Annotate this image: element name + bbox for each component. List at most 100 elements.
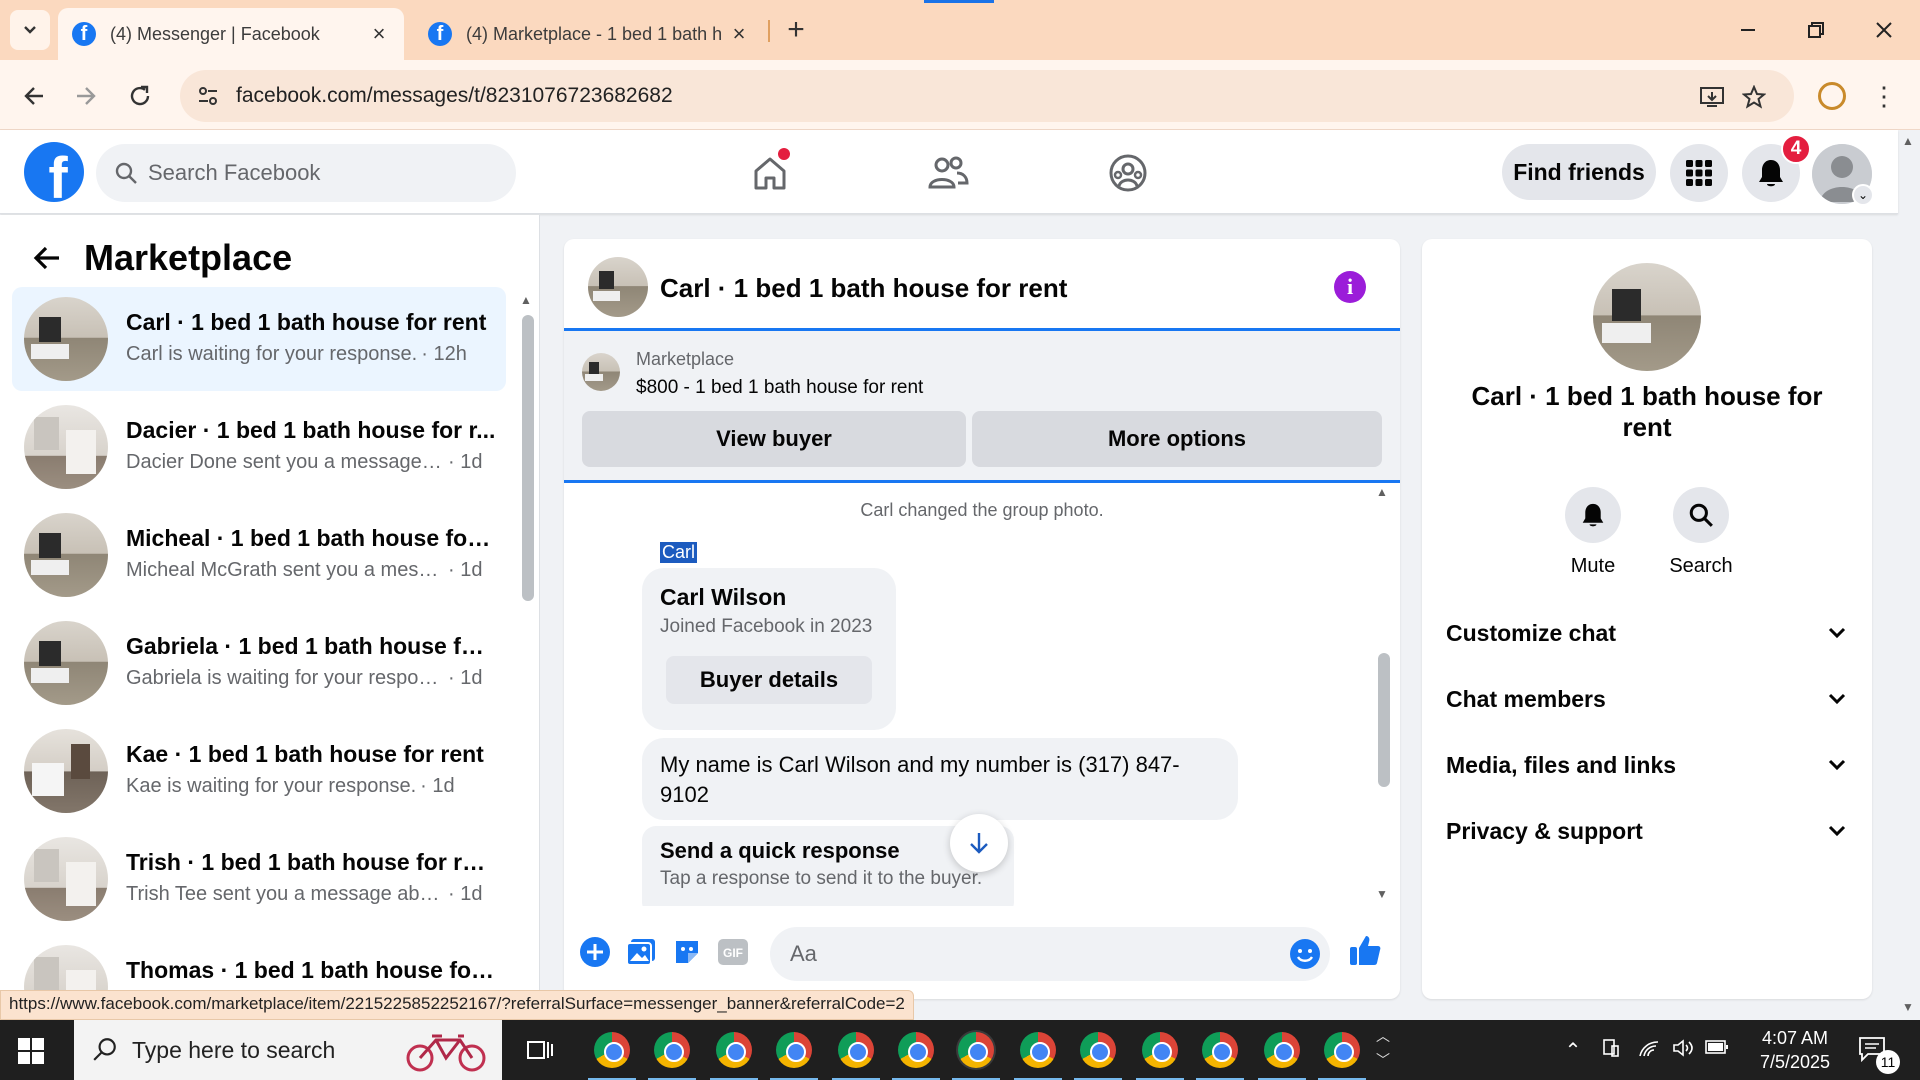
close-icon[interactable]: ×	[728, 21, 750, 46]
search-conversation-button[interactable]: Search	[1658, 487, 1744, 578]
conversation-item[interactable]: Kae · 1 bed 1 bath house for rent Kae is…	[12, 719, 506, 823]
chevron-up-icon[interactable]: ⌃	[1560, 1038, 1586, 1063]
close-icon	[1876, 22, 1892, 38]
chrome-taskbar-icon-active[interactable]	[952, 1030, 1000, 1080]
tab-search-dropdown[interactable]	[10, 10, 50, 50]
chrome-taskbar-icon[interactable]	[892, 1030, 940, 1080]
minimize-icon	[1741, 29, 1755, 31]
info-icon[interactable]: i	[1334, 271, 1366, 303]
sender-name: Carl	[660, 542, 698, 563]
page-scroll-up-arrow[interactable]: ▲	[1902, 134, 1914, 148]
chevron-down-icon	[1828, 627, 1846, 639]
taskbar-search-input[interactable]: Type here to search	[74, 1020, 502, 1080]
view-buyer-button[interactable]: View buyer	[582, 411, 966, 467]
tab-messenger[interactable]: f (4) Messenger | Facebook ×	[58, 8, 404, 60]
groups-icon	[1109, 154, 1147, 192]
new-tab-button[interactable]: +	[780, 13, 812, 46]
chrome-taskbar-icon[interactable]	[832, 1030, 880, 1080]
conversation-avatar[interactable]	[1593, 263, 1701, 371]
close-icon[interactable]: ×	[368, 21, 390, 46]
media-files-links-section[interactable]: Media, files and links	[1446, 745, 1846, 785]
conversation-preview: Kae is waiting for your response. · 1d	[126, 775, 455, 797]
conversation-item[interactable]: Carl · 1 bed 1 bath house for rent Carl …	[12, 287, 506, 391]
nav-groups[interactable]	[1098, 146, 1158, 200]
windows-start-icon[interactable]	[18, 1038, 44, 1064]
chrome-taskbar-icon[interactable]	[770, 1030, 818, 1080]
device-icon[interactable]	[1598, 1038, 1624, 1064]
chrome-taskbar-icon[interactable]	[1196, 1030, 1244, 1080]
buyer-details-button[interactable]: Buyer details	[666, 656, 872, 704]
privacy-support-section[interactable]: Privacy & support	[1446, 811, 1846, 851]
more-options-button[interactable]: More options	[972, 411, 1382, 467]
taskbar-clock[interactable]: 4:07 AM 7/5/2025	[1740, 1026, 1850, 1074]
gif-icon[interactable]: GIF	[716, 935, 750, 969]
scroll-up-arrow[interactable]: ▲	[520, 293, 532, 307]
install-app-icon[interactable]	[1698, 83, 1726, 111]
chrome-menu-icon[interactable]: ⋮	[1871, 80, 1897, 112]
sidebar-scrollbar[interactable]	[522, 315, 534, 601]
chrome-taskbar-icon[interactable]	[1136, 1030, 1184, 1080]
chat-scrollbar[interactable]	[1378, 653, 1390, 787]
chrome-taskbar-icon[interactable]	[710, 1030, 758, 1080]
chrome-profile-icon[interactable]	[1818, 82, 1846, 110]
mute-button[interactable]: Mute	[1550, 487, 1636, 578]
chevron-down-icon	[1828, 693, 1846, 705]
customize-chat-section[interactable]: Customize chat	[1446, 613, 1846, 653]
sticker-icon[interactable]	[670, 935, 704, 969]
nav-friends[interactable]	[918, 146, 978, 200]
chrome-taskbar-icon[interactable]	[1318, 1030, 1366, 1080]
chrome-taskbar-icon[interactable]	[1074, 1030, 1122, 1080]
chat-title[interactable]: Carl · 1 bed 1 bath house for rent	[660, 273, 1067, 304]
facebook-favicon-icon: f	[72, 22, 96, 46]
minimize-button[interactable]	[1726, 12, 1770, 48]
chat-avatar[interactable]	[588, 257, 648, 317]
taskbar-scroll-arrows[interactable]: ︿ ﹀	[1376, 1024, 1390, 1072]
chat-members-section[interactable]: Chat members	[1446, 679, 1846, 719]
volume-icon[interactable]	[1670, 1038, 1696, 1064]
conversation-preview: Carl is waiting for your response. · 12h	[126, 343, 467, 365]
thumbs-up-icon[interactable]	[1348, 933, 1382, 967]
nav-home[interactable]	[740, 146, 800, 200]
message-input[interactable]: Aa	[770, 927, 1330, 981]
chrome-taskbar-icon[interactable]	[588, 1030, 636, 1080]
scroll-to-bottom-button[interactable]	[950, 814, 1008, 872]
action-center-badge: 11	[1876, 1050, 1900, 1074]
bookmark-star-icon[interactable]	[1740, 83, 1768, 111]
wifi-icon[interactable]	[1636, 1038, 1662, 1064]
window-close-button[interactable]	[1862, 12, 1906, 48]
tab-marketplace[interactable]: f (4) Marketplace - 1 bed 1 bath h ×	[414, 8, 764, 60]
chrome-taskbar-icon[interactable]	[648, 1030, 696, 1080]
conversation-item[interactable]: Dacier · 1 bed 1 bath house for r... Dac…	[12, 395, 506, 499]
emoji-icon[interactable]	[1288, 937, 1322, 971]
scroll-down-arrow[interactable]: ▼	[1376, 887, 1388, 901]
buyer-joined: Joined Facebook in 2023	[660, 616, 873, 637]
listing-title[interactable]: $800 - 1 bed 1 bath house for rent	[636, 377, 923, 399]
chrome-taskbar-icon[interactable]	[1014, 1030, 1062, 1080]
battery-icon[interactable]	[1704, 1038, 1730, 1061]
site-settings-icon[interactable]	[196, 84, 220, 108]
facebook-search-input[interactable]: Search Facebook	[96, 144, 516, 202]
conversation-item[interactable]: Micheal · 1 bed 1 bath house for ... Mic…	[12, 503, 506, 607]
restore-button[interactable]	[1794, 12, 1838, 48]
page-scroll-down-arrow[interactable]: ▼	[1902, 1000, 1914, 1014]
message-bubble[interactable]: My name is Carl Wilson and my number is …	[642, 738, 1238, 820]
listing-thumbnail[interactable]	[582, 353, 620, 391]
menu-button[interactable]	[1670, 144, 1728, 202]
task-view-icon[interactable]	[526, 1038, 554, 1067]
conversation-name: Carl · 1 bed 1 bath house for rent	[1471, 381, 1823, 442]
find-friends-button[interactable]: Find friends	[1502, 144, 1656, 200]
back-button[interactable]	[24, 235, 70, 281]
browser-tab-bar: f (4) Messenger | Facebook × f (4) Marke…	[0, 0, 1920, 60]
forward-button[interactable]	[66, 76, 106, 116]
reload-button[interactable]	[120, 76, 160, 116]
facebook-logo[interactable]: f	[24, 142, 84, 202]
chevron-down-icon[interactable]: ⌄	[1852, 184, 1874, 206]
address-bar[interactable]: facebook.com/messages/t/8231076723682682	[180, 70, 1794, 122]
conversation-item[interactable]: Gabriela · 1 bed 1 bath house for... Gab…	[12, 611, 506, 715]
back-button[interactable]	[14, 76, 54, 116]
plus-circle-icon[interactable]	[578, 935, 612, 969]
conversation-item[interactable]: Trish · 1 bed 1 bath house for rent Tris…	[12, 827, 506, 931]
photo-icon[interactable]	[624, 935, 658, 969]
scroll-up-arrow[interactable]: ▲	[1376, 485, 1388, 499]
chrome-taskbar-icon[interactable]	[1258, 1030, 1306, 1080]
